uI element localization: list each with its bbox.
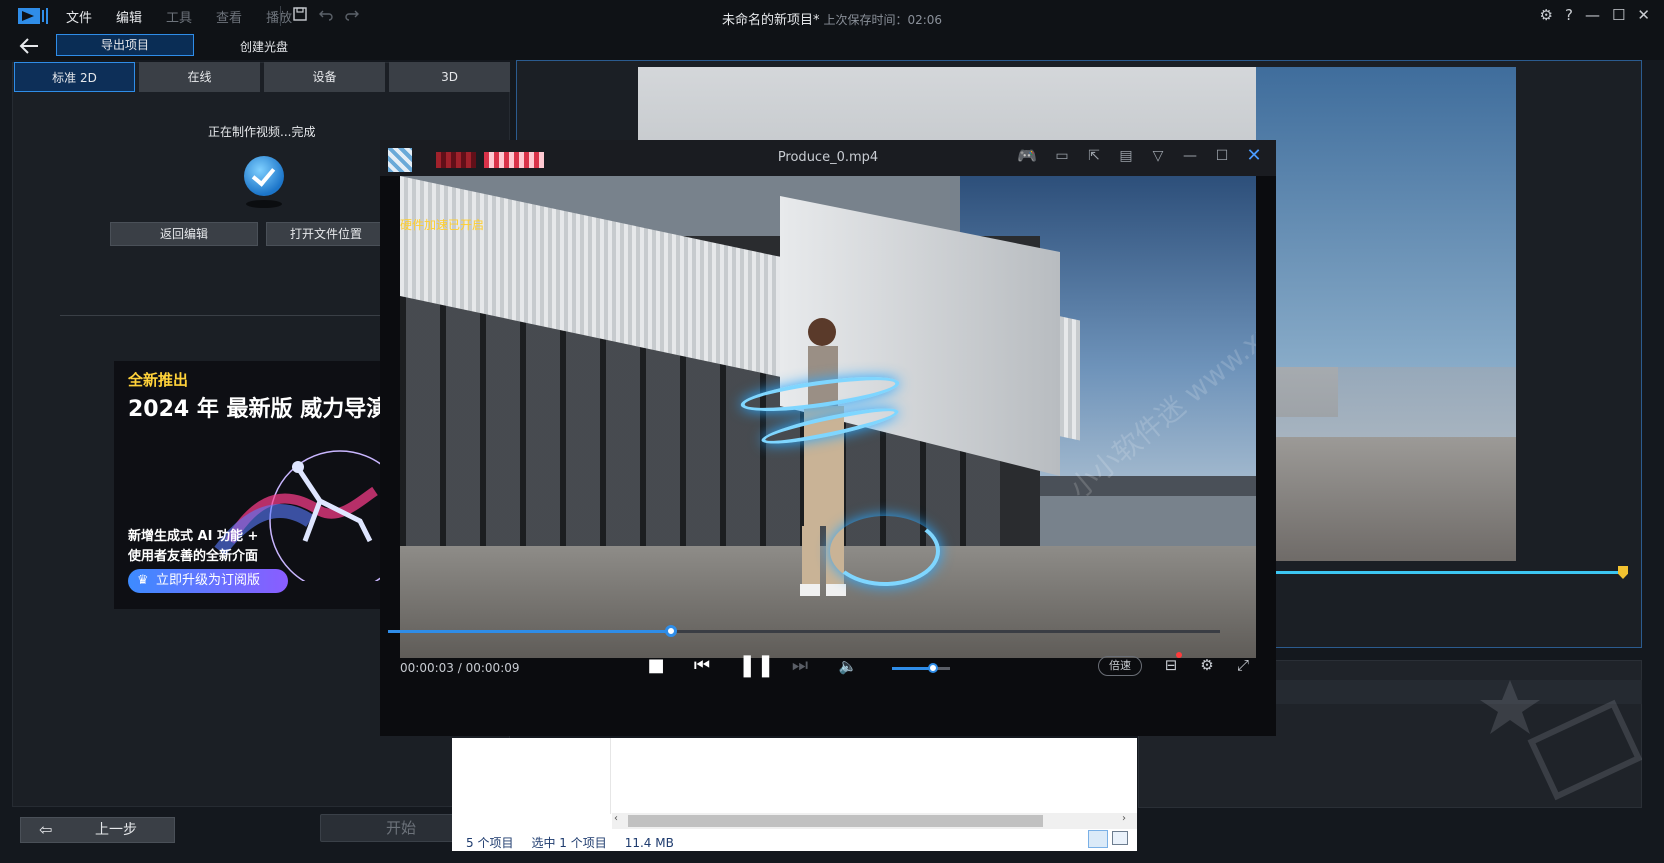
pin-icon[interactable]: ⇱ (1086, 148, 1102, 164)
film-reel-decoration (1480, 680, 1642, 801)
crown-icon: ♛ (137, 573, 149, 588)
player-progress-knob[interactable] (664, 625, 677, 637)
help-icon[interactable]: ? (1565, 6, 1573, 24)
scrollbar-thumb[interactable] (628, 815, 1043, 827)
promo-tag: 全新推出 (128, 371, 189, 389)
player-time: 00:00:03 / 00:00:09 (400, 661, 520, 675)
next-icon[interactable]: ⏭ (788, 652, 812, 680)
minimize-icon[interactable]: — (1585, 6, 1600, 24)
player-progress-fill (388, 630, 671, 633)
last-saved-time: 上次保存时间：02:06 (823, 13, 943, 27)
explorer-status-bar: 5 个项目 选中 1 个项目 11.4 MB (466, 834, 692, 851)
back-arrow-icon[interactable] (18, 35, 40, 57)
explorer-pane-divider (610, 738, 611, 814)
title-bar: 文件 编辑 工具 查看 播放 未命名的新项目*上次保存时间：02:06 ⚙ ? … (0, 0, 1664, 32)
playback-speed-button[interactable]: 倍速 (1098, 656, 1142, 676)
window-controls: ⚙ ? — ☐ ✕ (1540, 6, 1650, 24)
details-view-icon[interactable] (1088, 830, 1108, 848)
current-time: 00:00:03 (400, 661, 454, 675)
large-icons-view-icon[interactable] (1112, 831, 1128, 845)
previous-step-button[interactable]: ⇦ 上一步 (20, 817, 175, 843)
check-shadow (246, 200, 282, 208)
pause-icon[interactable]: ❚❚ (738, 652, 775, 680)
time-separator: / (457, 661, 462, 675)
player-maximize-icon[interactable]: ☐ (1214, 148, 1230, 164)
tab-standard-2d[interactable]: 标准 2D (14, 62, 135, 92)
preview-timeline[interactable] (1270, 571, 1622, 574)
produce-status: 正在制作视频...完成 (208, 125, 316, 139)
section-divider (60, 315, 390, 316)
tab-create-disc[interactable]: 创建光盘 (240, 38, 288, 55)
menu-dropdown-icon[interactable]: ▽ (1150, 148, 1166, 164)
mini-mode-icon[interactable]: ▭ (1054, 148, 1070, 164)
light-swirl-3 (830, 516, 940, 586)
settings-icon[interactable]: ⚙ (1540, 6, 1553, 24)
close-icon[interactable]: ✕ (1637, 6, 1650, 24)
tab-online[interactable]: 在线 (139, 62, 260, 92)
total-time: 00:00:09 (465, 661, 520, 675)
notification-dot (1176, 652, 1182, 658)
previous-step-label: 上一步 (95, 822, 137, 838)
scroll-right-icon[interactable]: › (1122, 813, 1126, 824)
back-to-edit-button[interactable]: 返回编辑 (110, 222, 258, 246)
scroll-left-icon[interactable]: ‹ (614, 813, 618, 824)
tab-3d[interactable]: 3D (389, 62, 510, 92)
player-minimize-icon[interactable]: — (1182, 148, 1198, 164)
volume-icon[interactable]: 🔈 (836, 652, 860, 680)
player-title-bar: Produce_0.mp4 🎮 ▭ ⇱ ▤ ▽ — ☐ ✕ (380, 140, 1276, 176)
fullscreen-icon[interactable]: ⤢ (1232, 654, 1254, 676)
upgrade-promo-banner[interactable]: 全新推出 2024 年 最新版 威力导演 新增生成式 AI 功能 + 使用者友善… (114, 361, 384, 609)
upgrade-subscription-label: 立即升级为订阅版 (156, 573, 261, 588)
volume-fill (892, 667, 933, 670)
back-arrow-box-icon: ⇦ (39, 820, 53, 839)
project-name: 未命名的新项目* (721, 13, 820, 28)
promo-feature-2: 使用者友善的全新介面 (128, 549, 259, 564)
promo-feature-1: 新增生成式 AI 功能 + (128, 529, 259, 544)
previous-icon[interactable]: ⏮ (690, 652, 714, 680)
project-title: 未命名的新项目* 上次保存时间：02:06 (0, 9, 1664, 28)
item-count: 5 个项目 (466, 836, 514, 850)
preview-sky (1256, 67, 1516, 367)
player-settings-icon[interactable]: ⚙ (1196, 654, 1218, 676)
output-mode-tabs: 标准 2D 在线 设备 3D (14, 62, 510, 92)
media-player-window: Produce_0.mp4 🎮 ▭ ⇱ ▤ ▽ — ☐ ✕ 硬件加速已开启 00… (380, 140, 1276, 736)
tab-device[interactable]: 设备 (264, 62, 385, 92)
open-file-location-button[interactable]: 打开文件位置 (266, 222, 386, 246)
selected-count: 选中 1 个项目 (531, 836, 607, 850)
hw-accel-label: 硬件加速已开启 (400, 218, 485, 232)
checkmark-icon (244, 156, 284, 196)
toolbox-icon[interactable]: ⊟ (1160, 652, 1182, 676)
player-close-icon[interactable]: ✕ (1246, 147, 1262, 165)
upgrade-subscription-button[interactable]: ♛ 立即升级为订阅版 (128, 569, 288, 593)
stop-icon[interactable]: ■ (644, 652, 668, 680)
player-title-icons: 🎮 ▭ ⇱ ▤ ▽ — ☐ ✕ (1016, 147, 1262, 165)
folder-icon[interactable]: ▤ (1118, 148, 1134, 164)
gamepad-icon[interactable]: 🎮 (1016, 148, 1038, 164)
tab-export-project[interactable]: 导出项目 (56, 34, 194, 56)
volume-slider[interactable] (892, 663, 950, 673)
volume-knob[interactable] (927, 663, 938, 673)
promo-headline: 2024 年 最新版 威力导演 (128, 397, 384, 422)
file-size: 11.4 MB (624, 836, 674, 850)
player-progress-bar[interactable] (388, 625, 1220, 637)
module-nav: 导出项目 创建光盘 (0, 32, 1664, 60)
video-frame[interactable]: 小小软件迷 www.xxrjm.com (400, 176, 1256, 658)
maximize-icon[interactable]: ☐ (1612, 6, 1625, 24)
